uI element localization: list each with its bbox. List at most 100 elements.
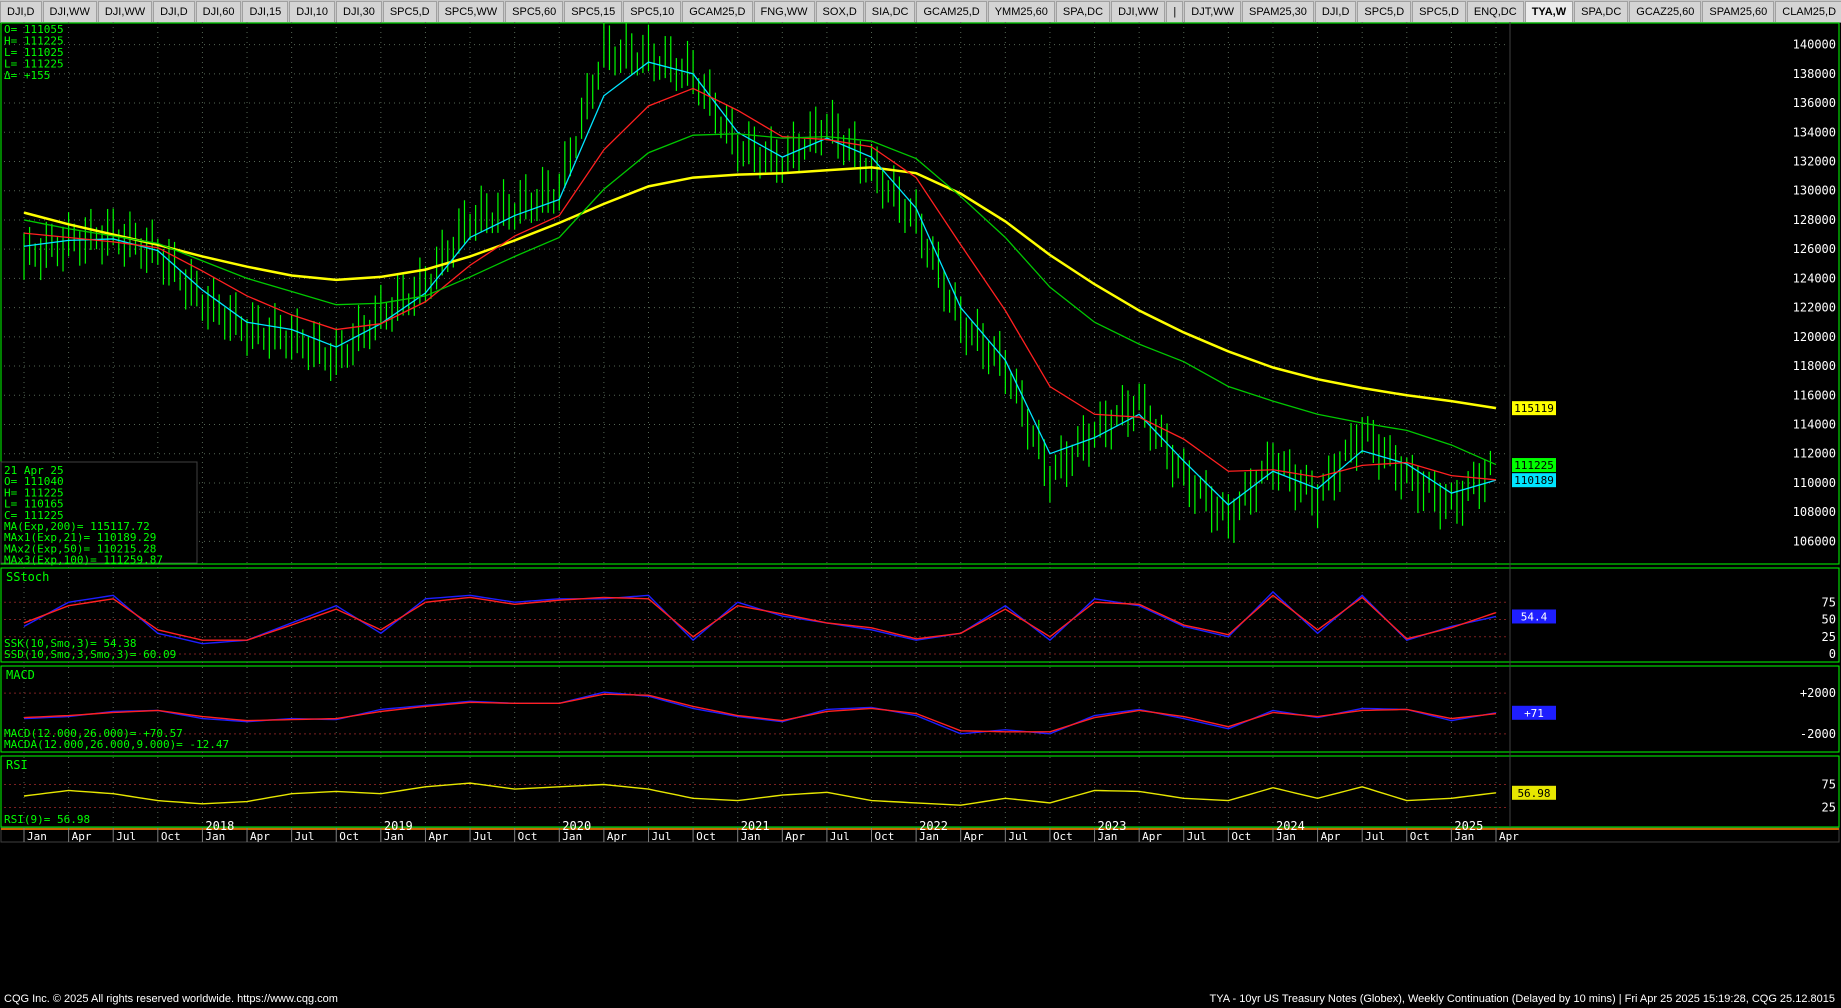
macd-line-1 (23, 693, 1497, 733)
price-tick-label: 112000 (1793, 447, 1836, 461)
month-label: Oct (875, 830, 895, 843)
price-tick-label: 118000 (1793, 359, 1836, 373)
symbol-tab[interactable]: SIA,DC (864, 1, 916, 22)
month-label: Apr (428, 830, 448, 843)
symbol-tab[interactable]: DJI,60 (195, 1, 242, 22)
symbol-tab[interactable]: DJI,D (0, 1, 42, 22)
chart-description: TYA - 10yr US Treasury Notes (Globex), W… (1209, 993, 1835, 1005)
month-label: Apr (607, 830, 627, 843)
year-label: 2021 (741, 819, 770, 833)
symbol-tab[interactable]: DJI,WW (42, 1, 97, 22)
symbol-tab[interactable]: GCAM25,D (682, 1, 753, 22)
panel-frame-price (0, 22, 1840, 565)
symbol-tab[interactable]: SPA,DC (1574, 1, 1629, 22)
rsi-tick-label: 25 (1822, 801, 1836, 815)
symbol-tab[interactable]: SPC5,D (1412, 1, 1466, 22)
info-line: MAx3(Exp,100)= 111259.87 (4, 554, 163, 567)
month-label: Jul (1008, 830, 1028, 843)
symbol-tab[interactable]: | (1166, 1, 1184, 22)
symbol-tab[interactable]: SPC5,D (1357, 1, 1412, 22)
symbol-tab[interactable]: DJI,WW (97, 1, 153, 22)
month-label: Apr (1321, 830, 1341, 843)
ma-line-1 (23, 166, 1497, 410)
month-label: Apr (72, 830, 92, 843)
symbol-tab[interactable]: SPAM25,60 (1702, 1, 1775, 22)
year-label: 2023 (1098, 819, 1127, 833)
symbol-tab[interactable]: SOX,D (815, 1, 864, 22)
month-label: Jul (473, 830, 493, 843)
symbol-tab[interactable]: DJI,D (1314, 1, 1357, 22)
symbol-tab[interactable]: DJI,30 (336, 1, 382, 22)
macd-tick-label: +2000 (1800, 686, 1836, 700)
symbol-tab[interactable]: TYA,W (1524, 1, 1574, 22)
ma-line-2 (23, 61, 1497, 506)
year-label: 2025 (1454, 819, 1483, 833)
symbol-tab[interactable]: SPC5,WW (437, 1, 505, 22)
symbol-tab-bar: DJI,D DJI,WW DJI,WW DJI,D DJI,60 DJI,15 DJI,10… (0, 0, 1841, 23)
rsi-title: RSI (6, 758, 28, 772)
symbol-tab[interactable]: DJI,10 (289, 1, 336, 22)
stoch-line-0 (23, 590, 1497, 645)
macd-tick-label: -2000 (1800, 727, 1836, 741)
stoch-flag-label: 54.4 (1521, 610, 1548, 623)
year-label: 2020 (562, 819, 591, 833)
symbol-tab[interactable]: YMM25,60 (987, 1, 1055, 22)
month-label: Oct (696, 830, 716, 843)
price-tick-label: 124000 (1793, 271, 1836, 285)
month-label: Jul (830, 830, 850, 843)
month-label: Jul (295, 830, 315, 843)
price-tick-label: 110000 (1793, 476, 1836, 490)
price-tick-label: 132000 (1793, 155, 1836, 169)
macd-flag-label: +71 (1524, 707, 1544, 720)
stoch-tick-label: 25 (1822, 630, 1836, 644)
price-tick-label: 138000 (1793, 67, 1836, 81)
month-label: Jul (651, 830, 671, 843)
year-label: 2022 (919, 819, 948, 833)
symbol-tab[interactable]: FNG,WW (753, 1, 815, 22)
symbol-tab[interactable]: SPC5,10 (623, 1, 682, 22)
month-label: Jul (116, 830, 136, 843)
price-tick-label: 136000 (1793, 96, 1836, 110)
month-label: Apr (1499, 830, 1519, 843)
month-label: Apr (1142, 830, 1162, 843)
ohlc-readout: Δ= +155 (4, 69, 50, 82)
symbol-tab[interactable]: DJI,15 (242, 1, 289, 22)
symbol-tab[interactable]: SPC5,15 (564, 1, 623, 22)
stoch-title: SStoch (6, 570, 49, 584)
month-label: Oct (339, 830, 359, 843)
month-label: Jul (1187, 830, 1207, 843)
panel-frame-stoch (0, 567, 1840, 663)
price-tick-label: 106000 (1793, 534, 1836, 548)
symbol-tab[interactable]: GCAM25,D (916, 1, 987, 22)
stoch-tick-label: 50 (1822, 613, 1836, 627)
month-label: Jul (1365, 830, 1385, 843)
month-label: Apr (250, 830, 270, 843)
rsi-readout: RSI(9)= 56.98 (4, 813, 90, 826)
symbol-tab[interactable]: GCAZ25,60 (1629, 1, 1702, 22)
symbol-tab[interactable]: DJI,WW (1111, 1, 1166, 22)
symbol-tab[interactable]: SPC5,D (382, 1, 437, 22)
symbol-tab[interactable]: DJT,WW (1184, 1, 1242, 22)
year-label: 2024 (1276, 819, 1305, 833)
price-tick-label: 126000 (1793, 242, 1836, 256)
rsi-line-0 (23, 782, 1497, 806)
panel-frame-rsi (0, 755, 1840, 828)
month-label: Oct (1410, 830, 1430, 843)
price-tick-label: 140000 (1793, 38, 1836, 52)
month-label: Oct (518, 830, 538, 843)
symbol-tab[interactable]: CLAM25,D (1775, 1, 1841, 22)
symbol-tab[interactable]: SPAM25,30 (1242, 1, 1314, 22)
symbol-tab[interactable]: DJI,D (153, 1, 195, 22)
price-tick-label: 114000 (1793, 418, 1836, 432)
month-label: Apr (785, 830, 805, 843)
month-label: Oct (1053, 830, 1073, 843)
symbol-tab[interactable]: SPA,DC (1055, 1, 1111, 22)
year-label: 2019 (384, 819, 413, 833)
macd-readout: MACDA(12.000,26.000,9.000)= -12.47 (4, 738, 229, 751)
symbol-tab[interactable]: SPC5,60 (505, 1, 564, 22)
chart-area: 140000 138000 136000 134000 132000 130000 1280… (0, 22, 1840, 843)
price-flag-label: 111225 (1514, 459, 1554, 472)
symbol-tab[interactable]: ENQ,DC (1466, 1, 1524, 22)
month-label: Oct (1231, 830, 1251, 843)
panel-frame-macd (0, 665, 1840, 753)
